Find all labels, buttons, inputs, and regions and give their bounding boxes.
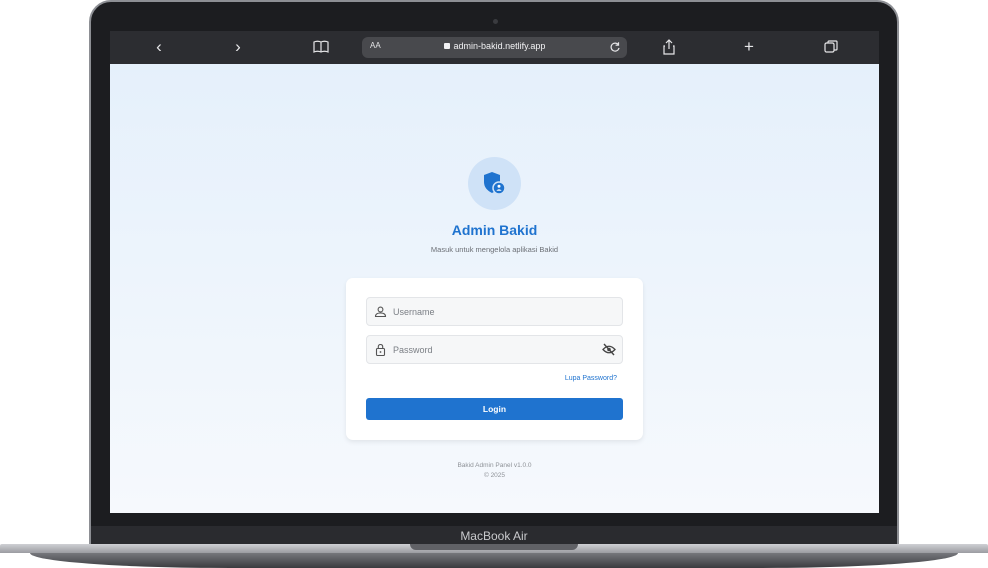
share-icon [663, 39, 675, 55]
model-label: MacBook Air [460, 529, 528, 543]
lock-icon [375, 343, 386, 356]
laptop-mockup: ‹ › AA admin-bakid.netlify.app + Admin B… [0, 0, 988, 568]
login-button[interactable]: Login [366, 398, 623, 420]
shield-user-icon [484, 172, 506, 195]
lock-icon [443, 43, 450, 49]
chevron-right-icon: › [235, 37, 241, 56]
bookmarks-button[interactable] [308, 37, 334, 57]
username-field[interactable] [366, 297, 623, 326]
username-input[interactable] [393, 298, 593, 325]
url-text: admin-bakid.netlify.app [453, 41, 546, 51]
password-input[interactable] [393, 336, 593, 363]
share-button[interactable] [656, 37, 682, 57]
page-subtitle: Masuk untuk mengelola aplikasi Bakid [430, 245, 559, 254]
version-text: Bakid Admin Panel v1.0.0 [457, 462, 532, 469]
chevron-left-icon: ‹ [156, 37, 162, 56]
password-field[interactable] [366, 335, 623, 364]
reload-icon[interactable] [609, 41, 621, 53]
user-icon [374, 306, 387, 318]
base-notch [410, 544, 578, 550]
laptop-base [0, 544, 988, 568]
screen: ‹ › AA admin-bakid.netlify.app + Admin B… [110, 31, 879, 513]
new-tab-button[interactable]: + [736, 37, 762, 57]
tabs-icon [824, 40, 838, 53]
login-page: Admin Bakid Masuk untuk mengelola aplika… [110, 64, 879, 513]
app-logo [468, 157, 521, 210]
page-title: Admin Bakid [451, 222, 538, 238]
tabs-overview-button[interactable] [818, 37, 844, 57]
base-bottom [30, 553, 958, 568]
camera [493, 19, 498, 24]
book-icon [313, 40, 329, 53]
forgot-password-link[interactable]: Lupa Password? [565, 375, 617, 382]
forward-button[interactable]: › [225, 37, 251, 57]
plus-icon: + [744, 37, 754, 56]
back-button[interactable]: ‹ [146, 37, 172, 57]
address-bar[interactable]: AA admin-bakid.netlify.app [362, 37, 627, 58]
eye-off-icon[interactable] [602, 343, 616, 356]
copyright-text: © 2025 [483, 472, 506, 479]
browser-toolbar: ‹ › AA admin-bakid.netlify.app + [110, 31, 879, 64]
login-card: Lupa Password? Login [346, 278, 643, 440]
